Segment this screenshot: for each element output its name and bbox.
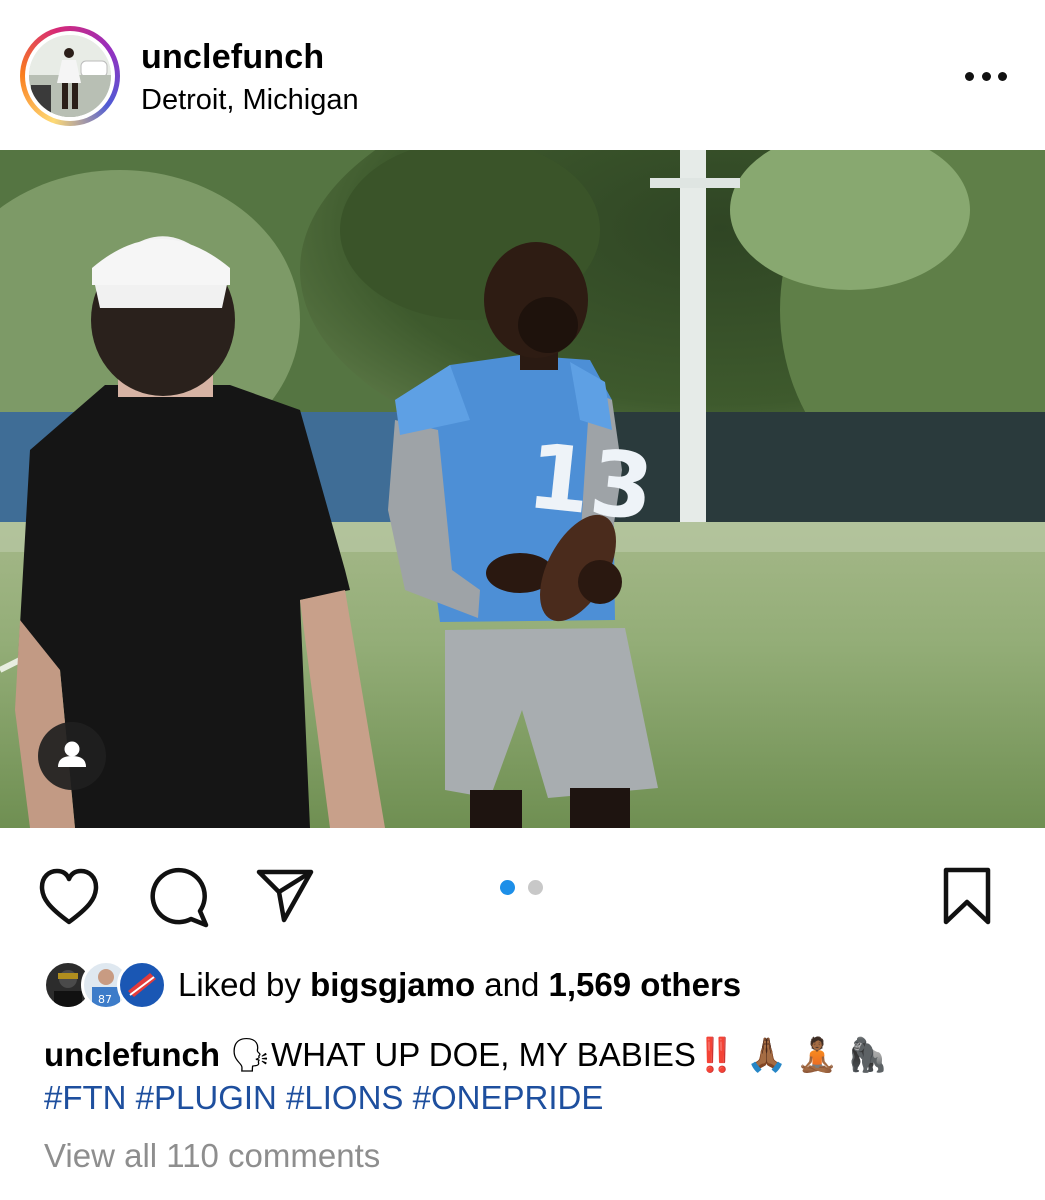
bookmark-icon — [943, 867, 991, 925]
gorilla-emoji: 🦍 — [846, 1035, 888, 1074]
svg-text:87: 87 — [98, 993, 112, 1006]
post-header: unclefunch Detroit, Michigan — [0, 0, 1045, 150]
lotus-position-emoji: 🧘🏾 — [796, 1035, 838, 1074]
double-exclamation-emoji: ‼️ — [695, 1035, 738, 1074]
likes-summary[interactable]: Liked by bigsgjamo and 1,569 others — [178, 966, 741, 1004]
caption-text: WHAT UP DOE, MY BABIES — [271, 1036, 696, 1073]
speaking-head-emoji: 🗣 — [229, 1035, 272, 1074]
folded-hands-emoji: 🙏🏾 — [746, 1035, 788, 1074]
liked-by-avatars[interactable]: 87 — [43, 960, 167, 1012]
caption-hashtags[interactable]: #FTN #PLUGIN #LIONS #ONEPRIDE — [44, 1079, 603, 1116]
carousel-indicator — [500, 880, 550, 896]
post-photo[interactable]: 13 — [0, 150, 1045, 828]
post-caption: unclefunch 🗣WHAT UP DOE, MY BABIES‼️ 🙏🏾 … — [44, 1033, 1024, 1119]
liker-avatar — [117, 960, 167, 1010]
caption-username[interactable]: unclefunch — [44, 1036, 220, 1073]
more-horizontal-icon — [965, 72, 974, 81]
like-button[interactable] — [36, 866, 102, 928]
likes-count[interactable]: 1,569 others — [549, 966, 742, 1003]
comment-button[interactable] — [145, 866, 211, 932]
header-location[interactable]: Detroit, Michigan — [141, 84, 359, 117]
view-all-comments-link[interactable]: View all 110 comments — [44, 1137, 380, 1175]
more-options-button[interactable] — [955, 60, 1015, 94]
heart-icon — [39, 868, 99, 925]
paper-plane-icon — [256, 869, 314, 923]
story-avatar[interactable] — [20, 26, 120, 126]
tagged-people-button[interactable] — [38, 722, 106, 790]
liker-username[interactable]: bigsgjamo — [310, 966, 475, 1003]
comment-bubble-icon — [150, 867, 209, 928]
save-button[interactable] — [940, 866, 994, 928]
share-button[interactable] — [253, 866, 317, 926]
carousel-dot — [528, 880, 543, 895]
carousel-dot-active — [500, 880, 515, 895]
header-username[interactable]: unclefunch — [141, 38, 324, 77]
profile-photo — [29, 35, 111, 117]
person-tag-icon — [58, 741, 86, 767]
